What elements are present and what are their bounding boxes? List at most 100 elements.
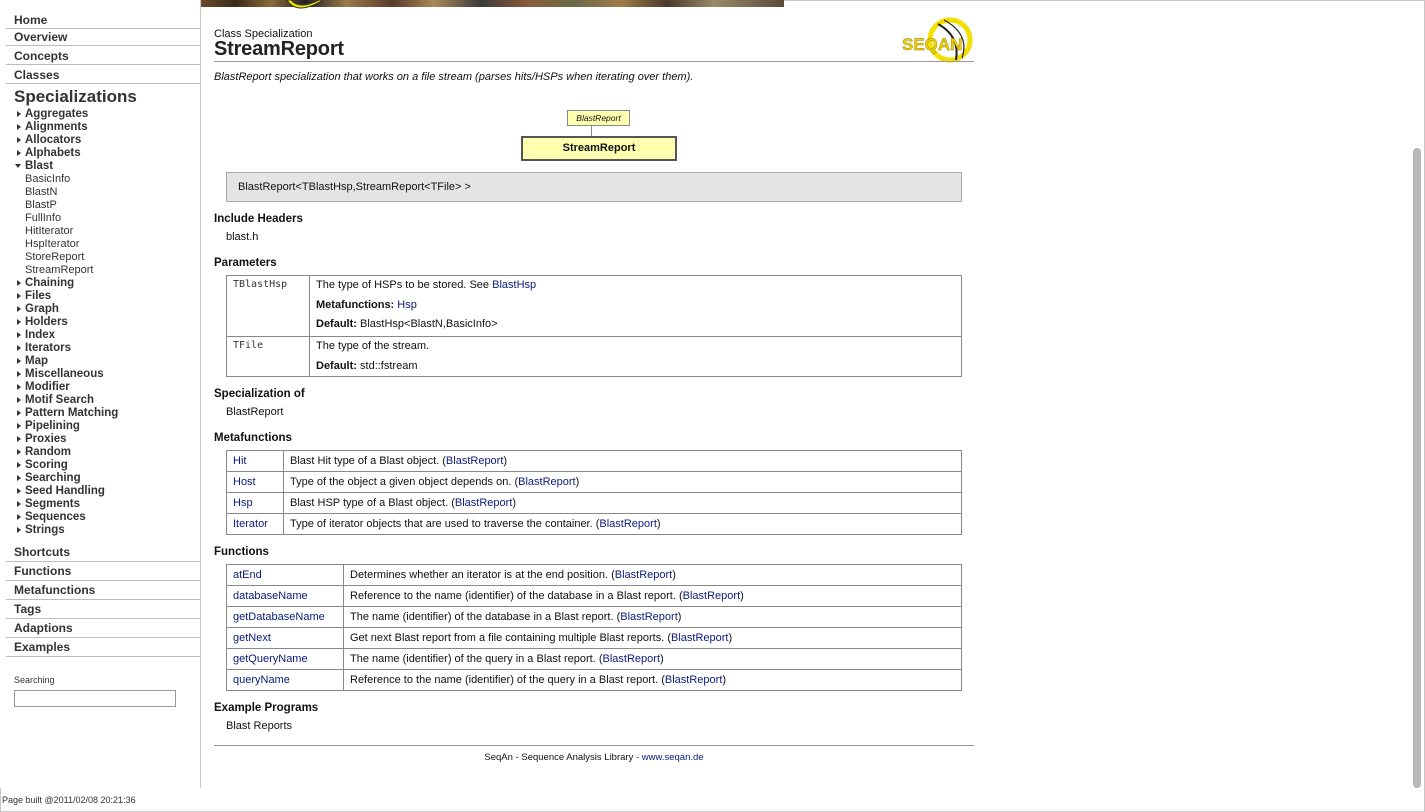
tree-item-allocators[interactable]: Allocators [14,134,200,147]
vertical-scrollbar[interactable] [1413,148,1421,788]
triangle-right-icon[interactable] [17,150,21,156]
triangle-right-icon[interactable] [17,527,21,533]
nav-concepts[interactable]: Concepts [6,47,200,65]
hsp-metafunction-link[interactable]: Hsp [397,299,417,311]
tree-item-holders[interactable]: Holders [14,316,200,329]
logo-text: SEQAN [902,35,962,54]
tree-item-pipelining[interactable]: Pipelining [14,420,200,433]
nav-overview[interactable]: Overview [6,28,200,46]
triangle-right-icon[interactable] [17,111,21,117]
tree-item-seed-handling[interactable]: Seed Handling [14,485,200,498]
triangle-right-icon[interactable] [17,358,21,364]
blastreport-ref-link[interactable]: BlastReport [615,569,672,581]
triangle-right-icon[interactable] [17,384,21,390]
nav-metafunctions[interactable]: Metafunctions [6,581,200,600]
metafunctions-name-link[interactable]: Host [233,476,256,488]
triangle-right-icon[interactable] [17,124,21,130]
blastreport-ref-link[interactable]: BlastReport [603,653,660,665]
tree-item-modifier[interactable]: Modifier [14,381,200,394]
blastreport-ref-link[interactable]: BlastReport [599,518,656,530]
triangle-right-icon[interactable] [17,410,21,416]
tree-item-segments[interactable]: Segments [14,498,200,511]
nav-shortcuts[interactable]: Shortcuts [6,543,200,562]
triangle-right-icon[interactable] [17,436,21,442]
nav-tags[interactable]: Tags [6,600,200,619]
triangle-right-icon[interactable] [17,397,21,403]
functions-name-link[interactable]: queryName [233,674,290,686]
triangle-down-icon[interactable] [15,164,21,168]
triangle-right-icon[interactable] [17,332,21,338]
tree-item-files[interactable]: Files [14,290,200,303]
example-program-link[interactable]: Blast Reports [226,720,292,732]
tree-item-strings[interactable]: Strings [14,524,200,537]
functions-name-link[interactable]: getNext [233,632,271,644]
triangle-right-icon[interactable] [17,319,21,325]
nav-examples[interactable]: Examples [6,638,200,657]
blastreport-ref-link[interactable]: BlastReport [455,497,512,509]
metafunctions-name-link[interactable]: Hsp [233,497,253,509]
blasthsp-link[interactable]: BlastHsp [492,279,536,291]
nav-home[interactable]: Home [6,11,200,29]
nav-adaptions[interactable]: Adaptions [6,619,200,638]
tree-item-proxies[interactable]: Proxies [14,433,200,446]
tree-subitem-blastn[interactable]: BlastN [14,186,200,199]
functions-name-link[interactable]: atEnd [233,569,262,581]
tree-subitem-fullinfo[interactable]: FullInfo [14,212,200,225]
triangle-right-icon[interactable] [17,280,21,286]
tree-subitem-basicinfo[interactable]: BasicInfo [14,173,200,186]
tree-item-alphabets[interactable]: Alphabets [14,147,200,160]
tree-item-alignments[interactable]: Alignments [14,121,200,134]
triangle-right-icon[interactable] [17,475,21,481]
tree-item-motif-search[interactable]: Motif Search [14,394,200,407]
tree-item-graph[interactable]: Graph [14,303,200,316]
nav-classes[interactable]: Classes [6,66,200,84]
tree-item-iterators[interactable]: Iterators [14,342,200,355]
triangle-right-icon[interactable] [17,345,21,351]
tree-item-scoring[interactable]: Scoring [14,459,200,472]
tree-subitem-streamreport[interactable]: StreamReport [14,264,200,277]
diagram-parent-node[interactable]: BlastReport [567,110,630,126]
function-row: databaseName Reference to the name (ident… [226,585,962,607]
triangle-right-icon[interactable] [17,137,21,143]
tree-item-random[interactable]: Random [14,446,200,459]
blastreport-ref-link[interactable]: BlastReport [620,611,677,623]
tree-item-map[interactable]: Map [14,355,200,368]
tree-subitem-hspiterator[interactable]: HspIterator [14,238,200,251]
tree-item-label: Alphabets [25,147,81,159]
functions-name-link[interactable]: databaseName [233,590,308,602]
blastreport-ref-link[interactable]: BlastReport [665,674,722,686]
blastreport-ref-link[interactable]: BlastReport [446,455,503,467]
triangle-right-icon[interactable] [17,462,21,468]
tree-item-searching[interactable]: Searching [14,472,200,485]
triangle-right-icon[interactable] [17,423,21,429]
tree-item-pattern-matching[interactable]: Pattern Matching [14,407,200,420]
tree-subitem-hititerator[interactable]: HitIterator [14,225,200,238]
tree-item-miscellaneous[interactable]: Miscellaneous [14,368,200,381]
triangle-right-icon[interactable] [17,501,21,507]
triangle-right-icon[interactable] [17,306,21,312]
tree-item-index[interactable]: Index [14,329,200,342]
specialization-of-link[interactable]: BlastReport [226,406,283,418]
blastreport-ref-link[interactable]: BlastReport [683,590,740,602]
blastreport-ref-link[interactable]: BlastReport [518,476,575,488]
tree-subitem-blastp[interactable]: BlastP [14,199,200,212]
tree-item-blast[interactable]: Blast [14,160,200,173]
triangle-right-icon[interactable] [17,449,21,455]
nav-functions[interactable]: Functions [6,562,200,581]
blastreport-ref-link[interactable]: BlastReport [671,632,728,644]
functions-name-link[interactable]: getQueryName [233,653,308,665]
triangle-right-icon[interactable] [17,514,21,520]
search-input[interactable] [14,690,176,707]
seqan-logo[interactable]: SEQAN [900,16,974,66]
triangle-right-icon[interactable] [17,488,21,494]
triangle-right-icon[interactable] [17,293,21,299]
triangle-right-icon[interactable] [17,371,21,377]
tree-item-sequences[interactable]: Sequences [14,511,200,524]
tree-subitem-storereport[interactable]: StoreReport [14,251,200,264]
functions-name-link[interactable]: getDatabaseName [233,611,325,623]
tree-item-chaining[interactable]: Chaining [14,277,200,290]
tree-item-aggregates[interactable]: Aggregates [14,108,200,121]
seqan-website-link[interactable]: www.seqan.de [642,752,704,763]
metafunctions-name-link[interactable]: Iterator [233,518,268,530]
metafunctions-name-link[interactable]: Hit [233,455,246,467]
